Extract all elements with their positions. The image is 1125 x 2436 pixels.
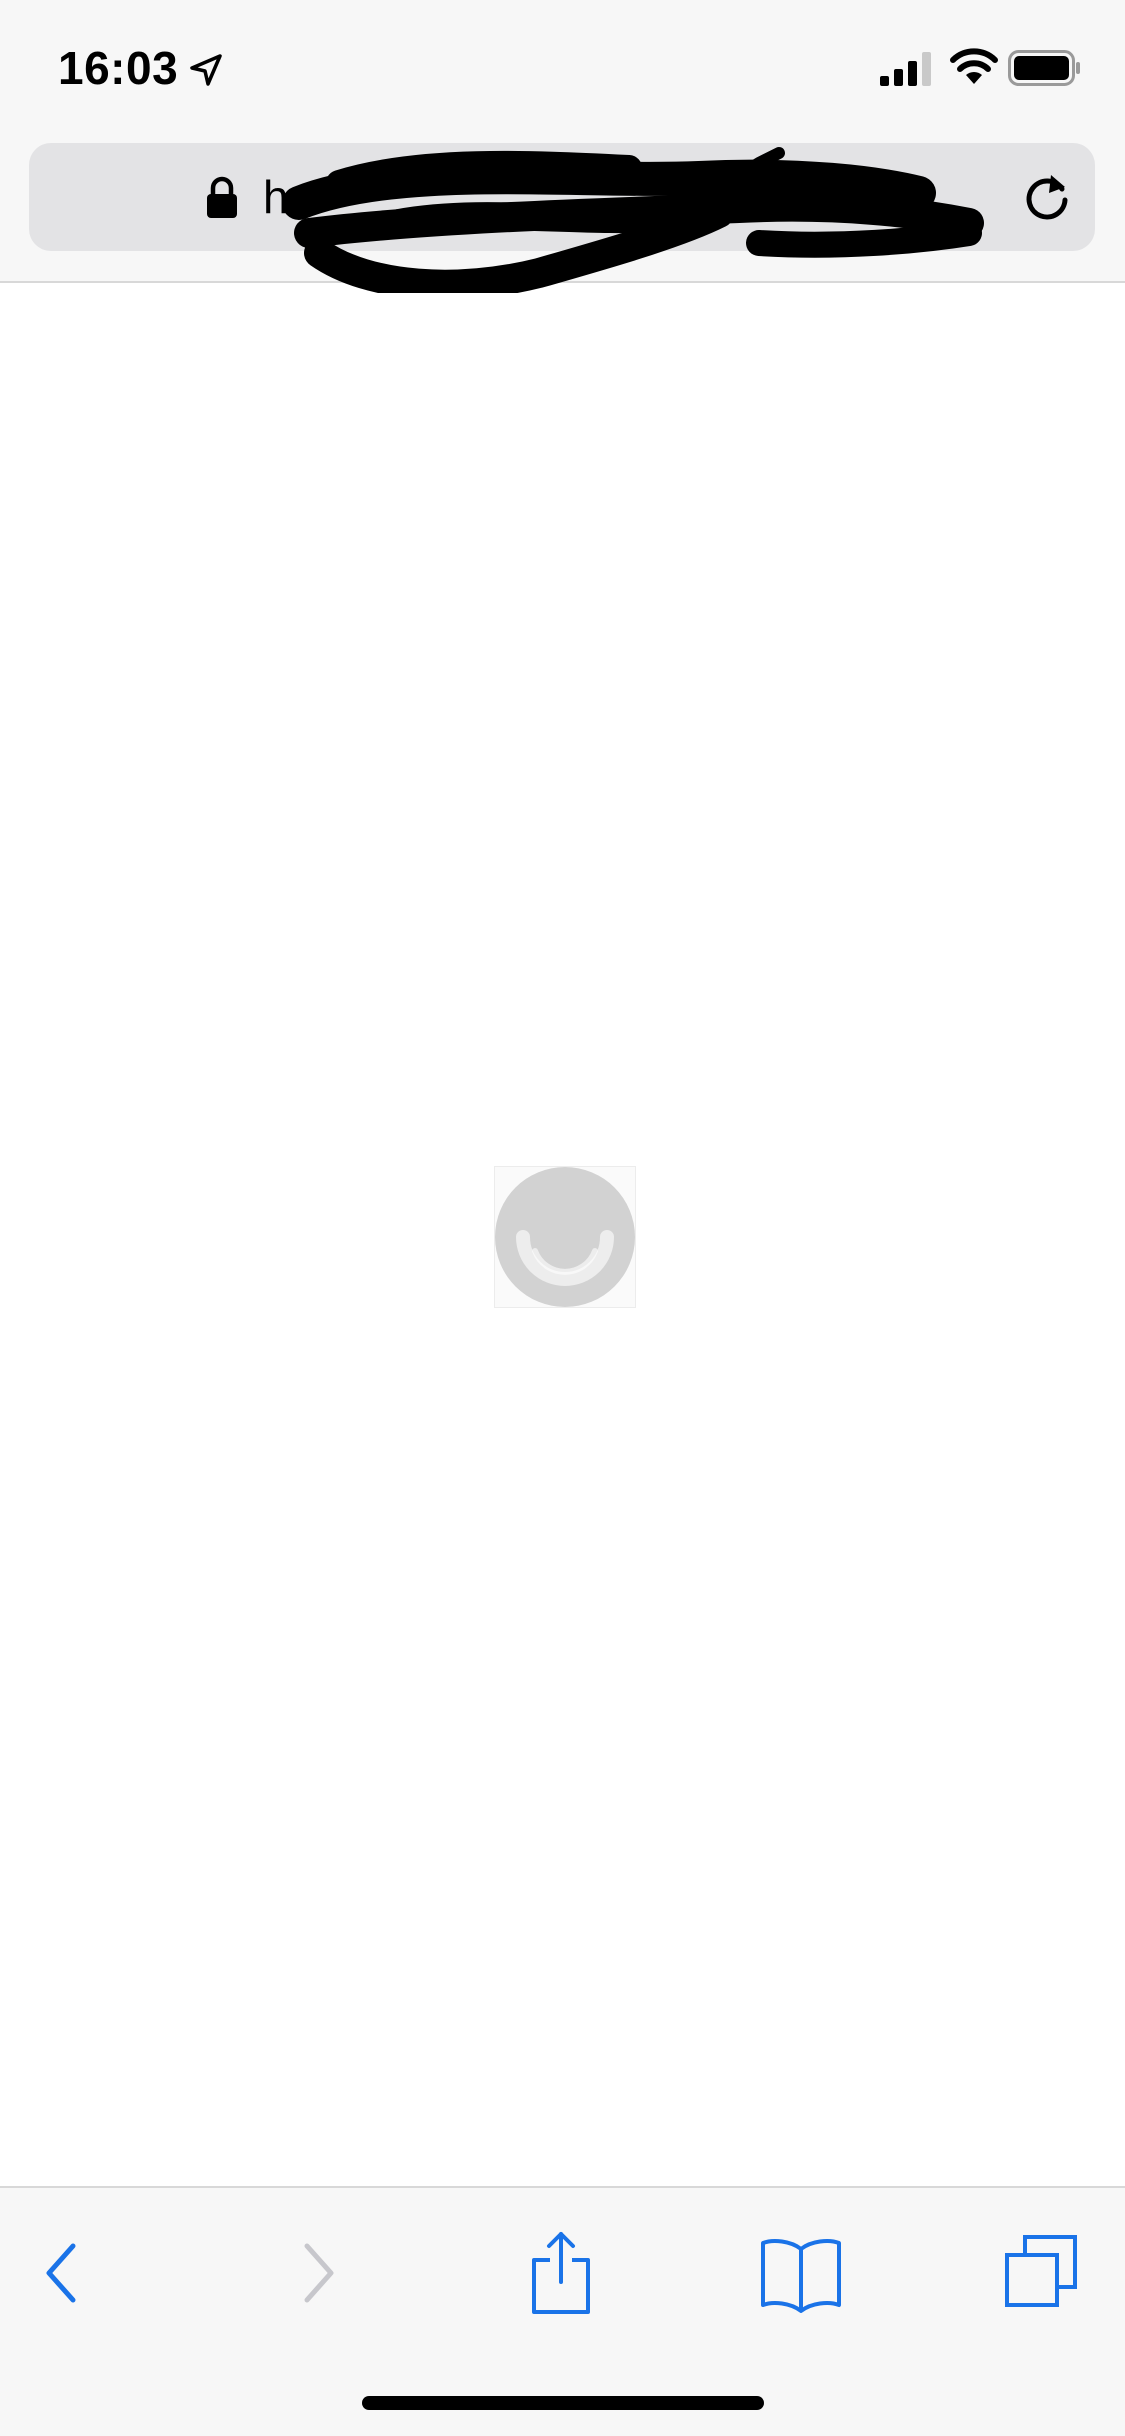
chevron-left-icon bbox=[46, 2243, 76, 2303]
lock-icon bbox=[207, 176, 237, 218]
reload-icon[interactable] bbox=[1019, 169, 1075, 225]
url-text[interactable]: h bbox=[263, 169, 289, 225]
share-icon bbox=[532, 2232, 590, 2314]
loading-spinner-icon bbox=[495, 1167, 635, 1307]
tabs-button[interactable] bbox=[996, 2228, 1086, 2318]
back-button[interactable] bbox=[20, 2228, 110, 2318]
book-icon bbox=[761, 2239, 841, 2313]
status-time: 16:03 bbox=[58, 42, 179, 94]
browser-screen: 16:03 h bbox=[0, 0, 1125, 2436]
loading-spinner bbox=[494, 1166, 636, 1308]
bookmarks-button[interactable] bbox=[756, 2228, 846, 2318]
browser-top-chrome: 16:03 h bbox=[0, 0, 1125, 293]
chevron-right-icon bbox=[304, 2243, 334, 2303]
share-button[interactable] bbox=[516, 2228, 606, 2318]
cellular-signal-icon bbox=[880, 52, 931, 86]
status-bar: 16:03 bbox=[0, 0, 1125, 132]
forward-button[interactable] bbox=[270, 2228, 360, 2318]
tabs-icon bbox=[1005, 2235, 1077, 2307]
wifi-icon bbox=[950, 48, 998, 84]
battery-icon bbox=[1008, 50, 1080, 86]
home-indicator[interactable] bbox=[362, 2396, 764, 2410]
redaction-scribble bbox=[282, 147, 984, 293]
location-arrow-icon bbox=[190, 54, 222, 86]
address-bar[interactable]: h bbox=[29, 143, 1095, 293]
